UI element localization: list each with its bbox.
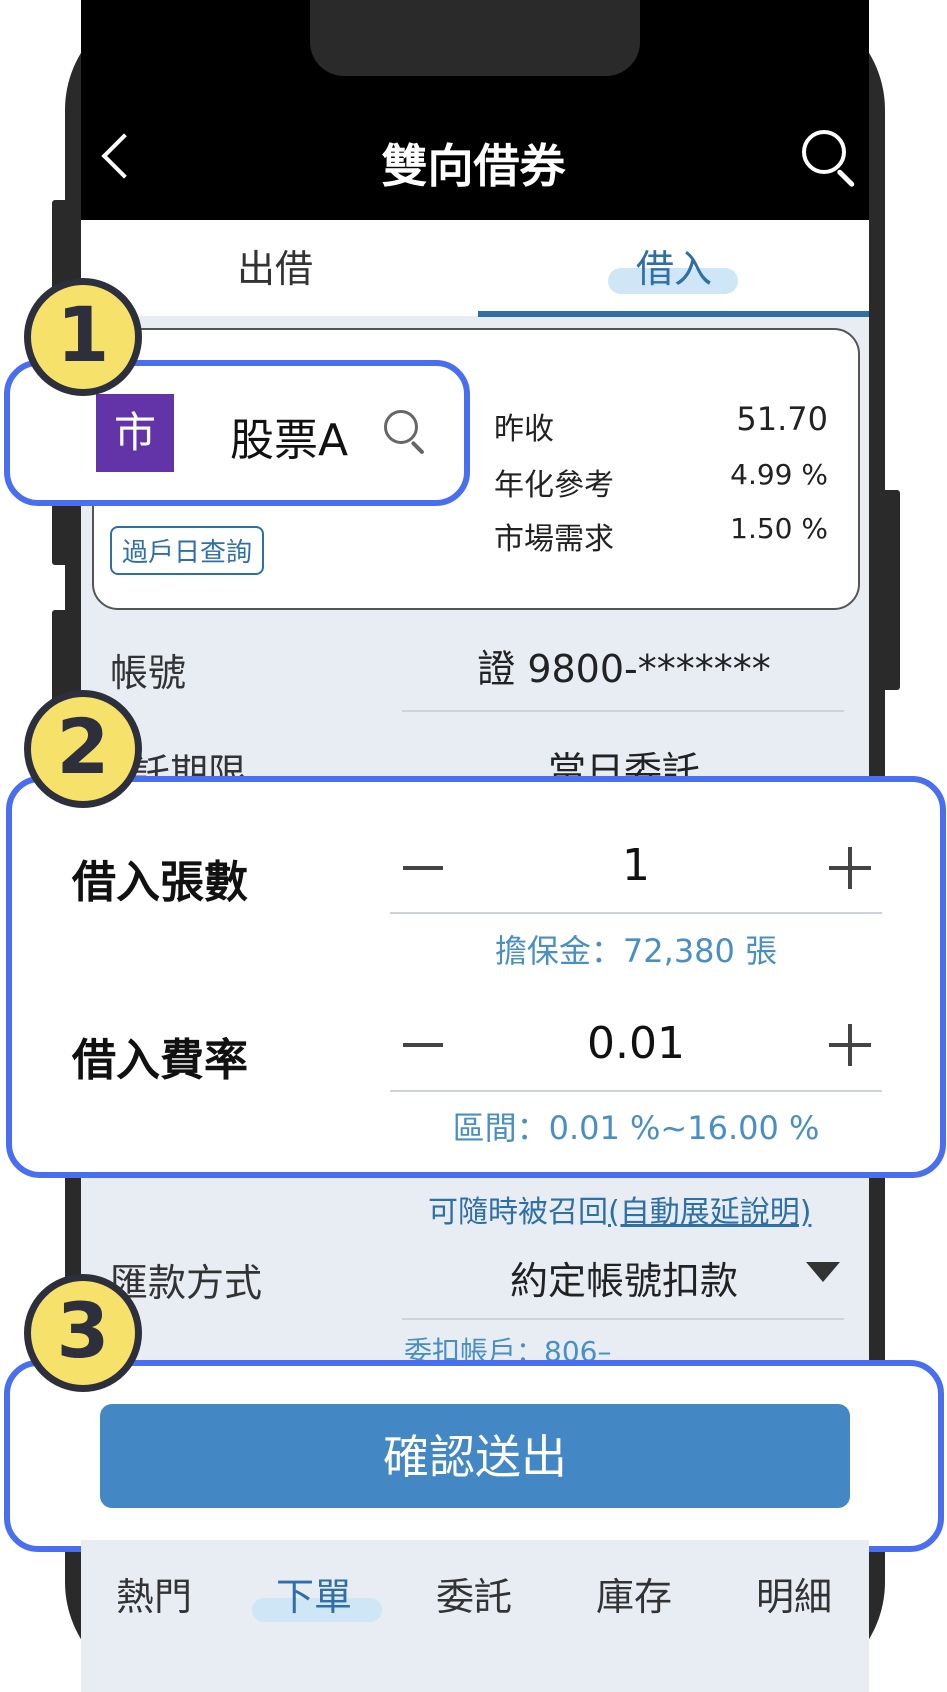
- tab-lend[interactable]: 出借: [237, 238, 313, 293]
- annual-ref-label: 年化參考: [494, 468, 614, 503]
- nav-entrust[interactable]: 委託: [436, 1566, 512, 1621]
- stock-search-icon[interactable]: [384, 410, 428, 455]
- prev-close-value: 51.70: [736, 400, 828, 438]
- annual-ref-value: 4.99 %: [730, 458, 828, 491]
- auto-extend-link[interactable]: (自動展延說明): [608, 1195, 811, 1230]
- market-badge: 市: [96, 394, 174, 472]
- account-label: 帳號: [110, 651, 187, 695]
- dropdown-caret-icon[interactable]: [806, 1262, 840, 1282]
- quantity-underline: [390, 912, 882, 914]
- quantity-minus-button[interactable]: [403, 866, 443, 870]
- search-icon[interactable]: [802, 130, 858, 188]
- market-demand-label: 市場需求: [494, 522, 614, 557]
- notch: [310, 0, 640, 76]
- stock-name[interactable]: 股票A: [230, 404, 348, 468]
- quantity-plus-button-bar[interactable]: [848, 847, 852, 889]
- quantity-value[interactable]: 1: [536, 840, 736, 891]
- separator: [402, 710, 844, 712]
- rate-value[interactable]: 0.01: [536, 1018, 736, 1069]
- rate-range-hint: 區間：0.01 %~16.00 %: [452, 1109, 820, 1147]
- transfer-date-query-button[interactable]: 過戶日查詢: [110, 526, 265, 575]
- tab-bar: [81, 220, 869, 316]
- recall-note: 可隨時被召回(自動展延說明): [428, 1187, 811, 1231]
- account-value: 證 9800-*******: [477, 647, 771, 691]
- collateral-hint: 擔保金：72,380 張: [494, 932, 778, 970]
- payment-method-label: 匯款方式: [110, 1261, 263, 1305]
- prev-close-label: 昨收: [494, 412, 554, 447]
- confirm-submit-button[interactable]: 確認送出: [100, 1404, 850, 1508]
- tab-active-underline: [478, 311, 869, 317]
- side-button: [882, 490, 900, 690]
- step-badge-2: 2: [24, 690, 142, 808]
- borrow-rate-label: 借入費率: [72, 1035, 248, 1086]
- nav-details[interactable]: 明細: [756, 1566, 832, 1621]
- nav-inventory[interactable]: 庫存: [596, 1566, 672, 1621]
- payment-method-value[interactable]: 約定帳號扣款: [404, 1250, 844, 1305]
- tab-borrow[interactable]: 借入: [636, 238, 712, 293]
- recall-text: 可隨時被召回: [428, 1195, 608, 1230]
- rate-plus-button-bar[interactable]: [848, 1024, 852, 1066]
- market-demand-value: 1.50 %: [730, 512, 828, 545]
- rate-underline: [390, 1090, 882, 1092]
- nav-order[interactable]: 下單: [276, 1566, 352, 1621]
- separator: [402, 1318, 844, 1320]
- nav-hot[interactable]: 熱門: [116, 1566, 192, 1621]
- step-badge-3: 3: [24, 1274, 142, 1392]
- rate-minus-button[interactable]: [403, 1043, 443, 1047]
- borrow-quantity-label: 借入張數: [72, 857, 248, 908]
- step-badge-1: 1: [24, 278, 142, 396]
